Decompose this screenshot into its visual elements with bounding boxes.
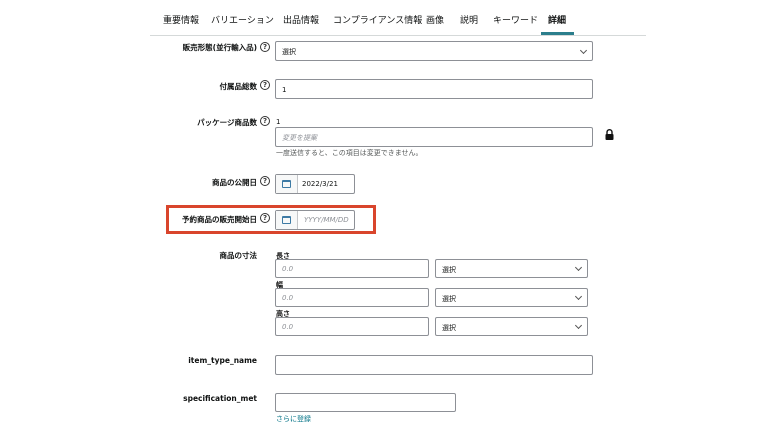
chevron-down-icon [579, 46, 588, 55]
tab-key-info[interactable]: 重要情報 [163, 13, 199, 26]
help-icon[interactable]: ? [260, 42, 270, 52]
height-placeholder: 0.0 [282, 323, 294, 331]
specification-met-label: specification_met [183, 394, 257, 403]
chevron-down-icon [574, 321, 583, 330]
package-quantity-note: 一度送信すると、この項目は変更できません。 [276, 149, 423, 157]
length-input[interactable]: 0.0 [275, 259, 429, 278]
chevron-down-icon [574, 292, 583, 301]
help-icon[interactable]: ? [260, 80, 270, 90]
height-input[interactable]: 0.0 [275, 317, 429, 336]
package-quantity-input[interactable]: 変更を提案 [275, 127, 593, 147]
tab-details[interactable]: 詳細 [548, 13, 566, 26]
width-unit-select[interactable]: 選択 [435, 288, 588, 307]
item-type-name-label: item_type_name [188, 356, 257, 365]
lock-icon [605, 129, 614, 140]
height-unit-select[interactable]: 選択 [435, 317, 588, 336]
accessory-count-label: 付属品総数 [219, 82, 258, 91]
calendar-icon [282, 180, 291, 188]
sales-type-label: 販売形態(並行輸入品) [182, 43, 257, 52]
height-unit-value: 選択 [442, 324, 456, 332]
calendar-button[interactable] [276, 175, 298, 193]
add-more-link[interactable]: さらに登録 [276, 414, 311, 424]
package-quantity-placeholder: 変更を提案 [282, 134, 317, 142]
width-placeholder: 0.0 [282, 294, 294, 302]
chevron-down-icon [574, 263, 583, 272]
length-placeholder: 0.0 [282, 265, 294, 273]
help-icon[interactable]: ? [260, 176, 270, 186]
sales-type-select[interactable]: 選択 [275, 41, 593, 61]
specification-met-input[interactable] [275, 393, 456, 412]
highlight-annotation [166, 205, 376, 234]
tab-bar: 重要情報 バリエーション 出品情報 コンプライアンス情報 画像 説明 キーワード… [0, 0, 760, 36]
item-type-name-input[interactable] [275, 355, 593, 375]
accessory-count-value: 1 [282, 86, 287, 94]
width-unit-value: 選択 [442, 295, 456, 303]
width-input[interactable]: 0.0 [275, 288, 429, 307]
length-unit-value: 選択 [442, 266, 456, 274]
help-icon[interactable]: ? [260, 116, 270, 126]
tab-keywords[interactable]: キーワード [493, 13, 538, 26]
sales-type-selected-value: 選択 [282, 48, 296, 56]
package-quantity-current-value: 1 [276, 118, 281, 126]
tab-compliance[interactable]: コンプライアンス情報 [333, 13, 422, 26]
accessory-count-input[interactable]: 1 [275, 79, 593, 99]
release-date-label: 商品の公開日 [212, 178, 257, 187]
tab-divider [150, 35, 646, 36]
release-date-value: 2022/3/21 [302, 180, 338, 188]
length-unit-select[interactable]: 選択 [435, 259, 588, 278]
package-quantity-label: パッケージ商品数 [197, 118, 257, 127]
dimensions-label: 商品の寸法 [219, 251, 258, 260]
tab-description[interactable]: 説明 [460, 13, 478, 26]
tab-images[interactable]: 画像 [426, 13, 444, 26]
release-date-input[interactable]: 2022/3/21 [275, 174, 355, 194]
tab-offer[interactable]: 出品情報 [283, 13, 319, 26]
tab-variations[interactable]: バリエーション [211, 13, 274, 26]
